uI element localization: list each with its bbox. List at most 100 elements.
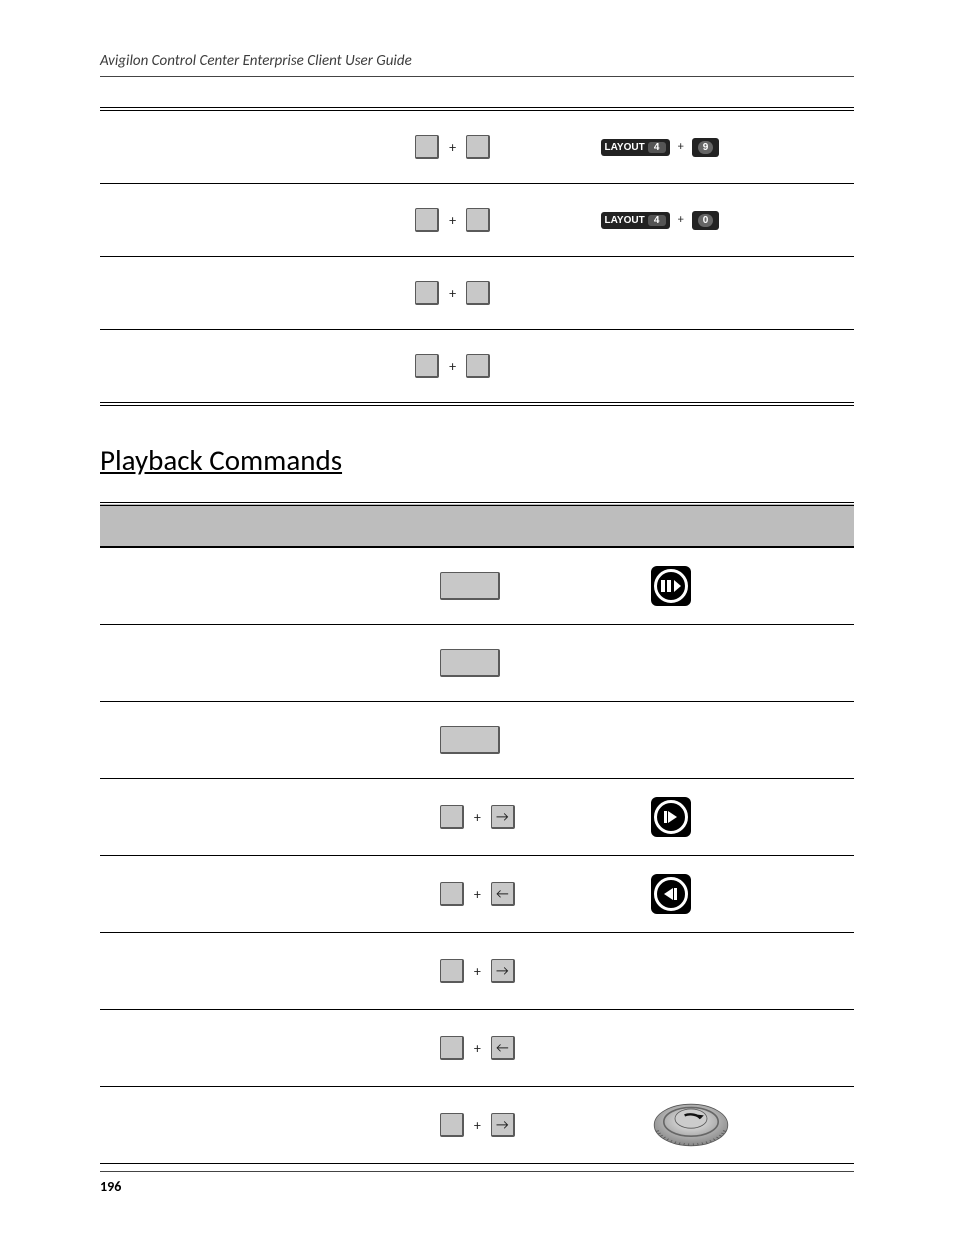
pause-bars <box>661 580 671 592</box>
keyboard-key <box>466 354 490 378</box>
step-backward-icon <box>651 874 691 914</box>
keyboard-key <box>415 208 439 232</box>
command-cell <box>100 702 431 779</box>
plus-separator: + <box>474 1117 481 1134</box>
table-row: +LAYOUT4+0 <box>100 184 854 257</box>
footer-rule <box>100 1171 854 1172</box>
layout-commands-table: +LAYOUT4+9+LAYOUT4+0++ <box>100 107 854 406</box>
command-cell <box>100 1087 431 1164</box>
document-page: Avigilon Control Center Enterprise Clien… <box>0 0 954 1235</box>
key-combo: + <box>407 135 600 159</box>
table-row <box>100 547 854 625</box>
header-rule <box>100 76 854 77</box>
key-combo: + <box>407 281 600 305</box>
key-glyph: ← <box>492 1037 513 1058</box>
plus-separator: + <box>474 1040 481 1057</box>
keyboard-key <box>415 281 439 305</box>
command-cell <box>100 330 407 405</box>
table-row: +← <box>100 1010 854 1087</box>
keyboard-cell: +← <box>431 1010 641 1087</box>
keyboard-cell <box>431 547 641 625</box>
keyboard-key <box>466 208 490 232</box>
layout-button-icon: LAYOUT4 <box>601 212 670 229</box>
joystick-key-number: 9 <box>698 141 714 154</box>
joystick-cell <box>601 257 855 330</box>
command-cell <box>100 547 431 625</box>
keyboard-key: ← <box>491 1036 515 1060</box>
keyboard-key <box>440 882 464 906</box>
command-cell <box>100 779 431 856</box>
keyboard-cell: +→ <box>431 1087 641 1164</box>
command-cell <box>100 933 431 1010</box>
step-forward-icon <box>651 797 691 837</box>
keyboard-key <box>440 649 500 677</box>
key-glyph: ← <box>492 883 513 904</box>
table2-header-col3 <box>641 504 854 547</box>
command-cell <box>100 1010 431 1087</box>
layout-label: LAYOUT <box>605 215 645 226</box>
pause-play-icon <box>651 566 691 606</box>
plus-separator: + <box>474 963 481 980</box>
command-cell <box>100 184 407 257</box>
key-combo <box>432 572 640 600</box>
table-row <box>100 702 854 779</box>
joystick-cell: LAYOUT4 +0 <box>601 184 855 257</box>
keyboard-key: ← <box>491 882 515 906</box>
table-row: +→ <box>100 1087 854 1164</box>
keyboard-key <box>415 135 439 159</box>
joystick-cell <box>641 856 854 933</box>
keyboard-cell <box>431 702 641 779</box>
joystick-combo: LAYOUT4 +0 <box>601 211 855 230</box>
keyboard-cell: + <box>407 257 600 330</box>
table-row: +→ <box>100 933 854 1010</box>
key-combo: +→ <box>432 1113 640 1137</box>
table2-header-col2 <box>431 504 641 547</box>
page-number: 196 <box>100 1178 854 1195</box>
plus-separator: + <box>474 809 481 826</box>
keyboard-key: → <box>491 959 515 983</box>
keyboard-cell: + <box>407 184 600 257</box>
jog-shuttle-icon <box>651 1101 731 1149</box>
command-cell <box>100 625 431 702</box>
play-triangle <box>674 580 681 592</box>
key-combo: +→ <box>432 959 640 983</box>
plus-separator: + <box>449 285 456 302</box>
key-combo: + <box>407 208 600 232</box>
layout-number: 4 <box>648 215 666 226</box>
layout-button-icon: LAYOUT4 <box>601 139 670 156</box>
joystick-cell <box>641 625 854 702</box>
keyboard-key <box>440 805 464 829</box>
page-header-title: Avigilon Control Center Enterprise Clien… <box>100 52 854 70</box>
key-combo: +← <box>432 882 640 906</box>
plus-separator: + <box>674 213 688 227</box>
joystick-cell: LAYOUT4+9 <box>601 109 855 184</box>
plus-separator: + <box>474 886 481 903</box>
joystick-cell <box>641 1087 854 1164</box>
key-glyph: → <box>492 1114 513 1135</box>
keyboard-cell: +→ <box>431 933 641 1010</box>
layout-number: 4 <box>648 142 666 153</box>
joystick-cell <box>641 547 854 625</box>
section-heading-playback: Playback Commands <box>100 442 854 478</box>
key-combo <box>432 726 640 754</box>
joystick-numeric-key-icon: 0 <box>692 211 720 230</box>
joystick-cell <box>601 330 855 405</box>
command-cell <box>100 109 407 184</box>
joystick-cell <box>641 702 854 779</box>
keyboard-key <box>415 354 439 378</box>
joystick-combo: LAYOUT4+9 <box>601 138 855 157</box>
key-combo <box>432 649 640 677</box>
keyboard-key <box>440 959 464 983</box>
command-cell <box>100 257 407 330</box>
keyboard-key: → <box>491 805 515 829</box>
keyboard-key <box>440 726 500 754</box>
keyboard-key <box>440 1113 464 1137</box>
joystick-numeric-key-icon: 9 <box>692 138 720 157</box>
command-cell <box>100 856 431 933</box>
table-row: + <box>100 330 854 405</box>
table-row: +← <box>100 856 854 933</box>
playback-commands-table: +→+←+→+←+→ <box>100 502 854 1164</box>
icon-circle <box>654 800 688 834</box>
keyboard-cell: + <box>407 109 600 184</box>
keyboard-key: → <box>491 1113 515 1137</box>
